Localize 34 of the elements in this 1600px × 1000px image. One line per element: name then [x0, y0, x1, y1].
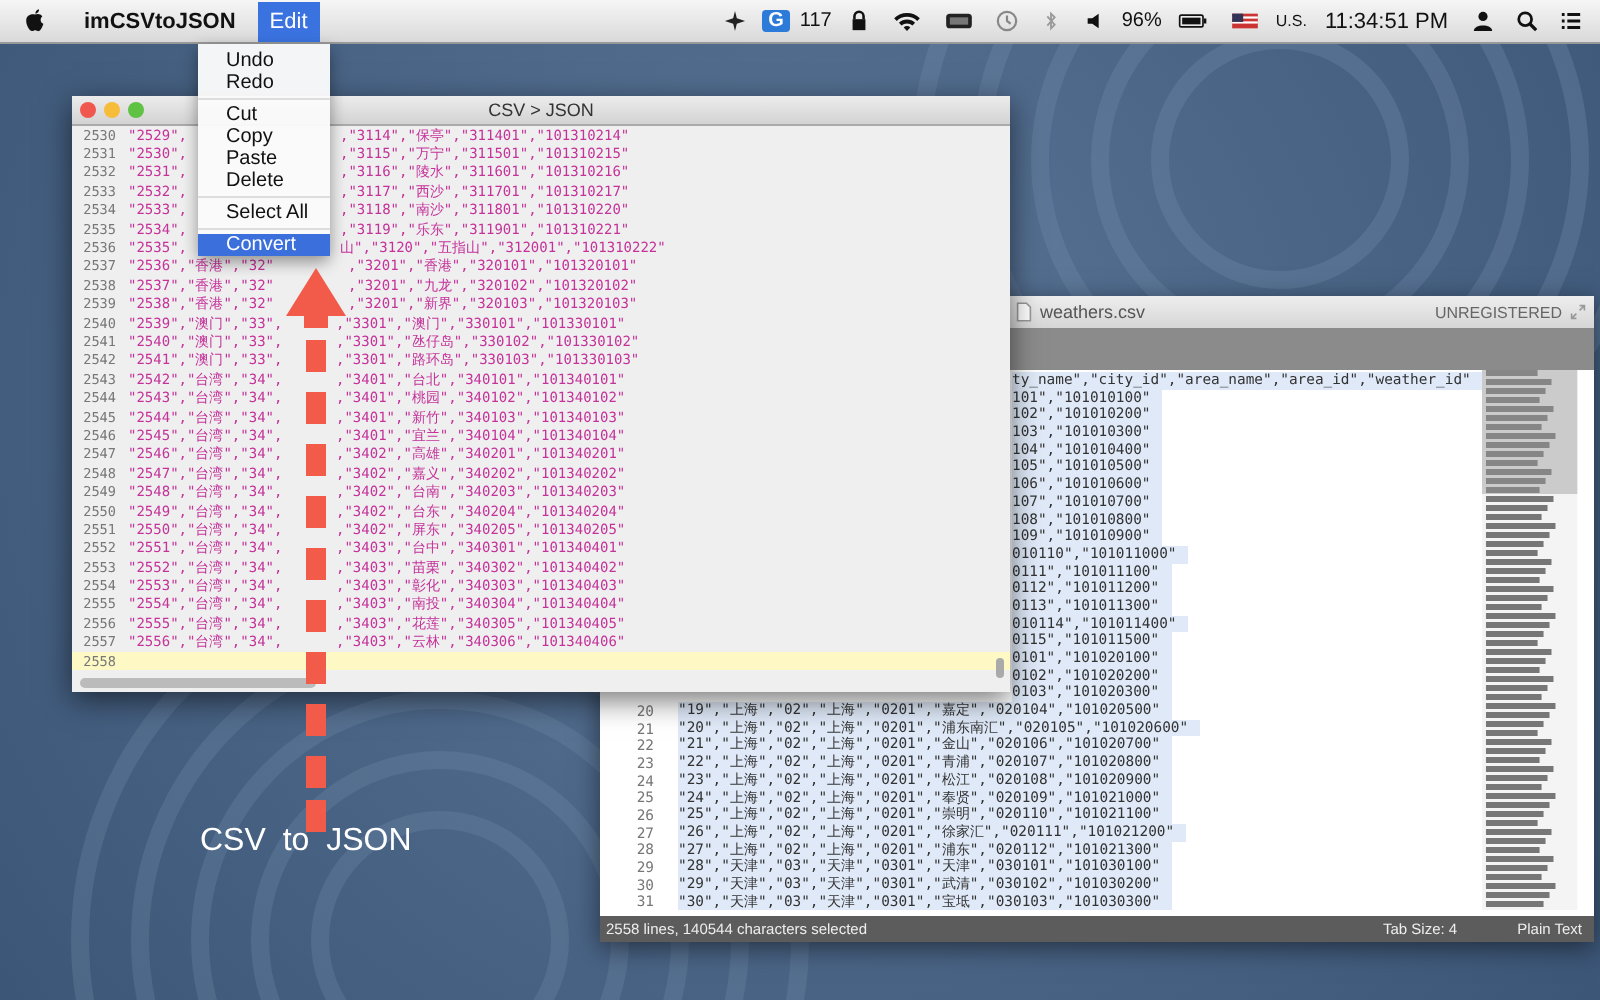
menu-item[interactable]: Cut [198, 104, 330, 126]
input-source-label: U.S. [1275, 12, 1307, 30]
menu-item[interactable]: Convert [198, 234, 330, 256]
apple-icon[interactable] [24, 8, 46, 34]
search-icon[interactable] [1516, 10, 1538, 32]
registration-label: UNREGISTERED [1434, 303, 1562, 321]
airplane-icon[interactable] [724, 10, 747, 32]
clock-icon[interactable] [995, 10, 1018, 32]
lock-icon[interactable] [847, 10, 870, 32]
close-button[interactable] [80, 102, 96, 118]
user-icon[interactable] [1472, 10, 1494, 32]
menu-item[interactable]: Copy [198, 126, 330, 148]
wifi-icon[interactable] [891, 10, 922, 32]
display-icon[interactable] [943, 10, 974, 32]
annotation-caption: CSV to JSON [200, 824, 412, 860]
scrollbar-thumb[interactable] [996, 658, 1004, 678]
scrollbar-thumb[interactable] [80, 678, 316, 688]
menu-item[interactable]: Delete [198, 170, 330, 192]
menu-item[interactable]: Redo [198, 72, 330, 94]
flag-icon[interactable] [1229, 10, 1260, 32]
document-icon [1016, 302, 1032, 322]
menu-item[interactable]: Select All [198, 202, 330, 224]
menu-item[interactable]: Undo [198, 50, 330, 72]
menu-bar-clock[interactable]: 11:34:51 PM [1324, 9, 1448, 33]
badge-count: 117 [799, 10, 832, 32]
battery-percentage: 96% [1121, 10, 1162, 32]
list-icon[interactable] [1560, 10, 1582, 32]
menu-item[interactable]: Paste [198, 148, 330, 170]
menu-bar-item[interactable]: Edit [257, 1, 320, 41]
window-title: weathers.csv [1040, 302, 1146, 322]
menu-bar-item[interactable]: imCSVtoJSON [72, 1, 248, 41]
window-title: CSV > JSON [488, 100, 594, 120]
app-badge-icon[interactable]: G [762, 10, 790, 32]
battery-icon[interactable] [1177, 10, 1208, 32]
